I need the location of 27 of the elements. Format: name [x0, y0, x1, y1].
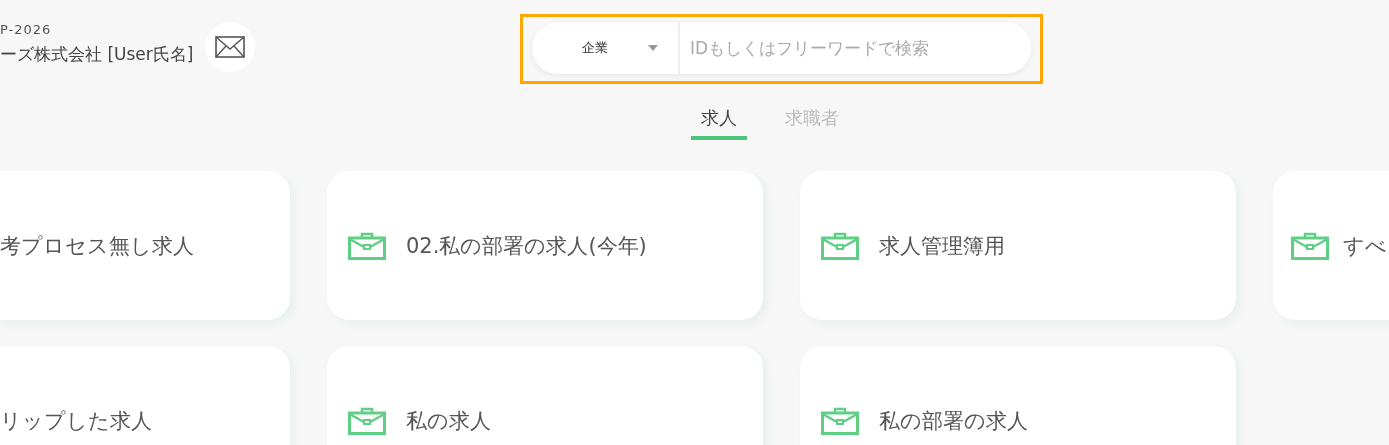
card-title: 求人管理簿用: [879, 232, 1005, 260]
category-select[interactable]: 企業: [532, 22, 680, 74]
list-card[interactable]: 求人管理簿用: [800, 171, 1236, 320]
caret-icon: [648, 45, 658, 51]
card-title: 02.私の部署の求人(今年): [406, 232, 647, 260]
card-title: 考プロセス無し求人: [0, 232, 194, 260]
briefcase-icon: [821, 406, 859, 435]
user-code: P-2026: [0, 22, 53, 37]
briefcase-icon: [348, 406, 386, 435]
card-title: 私の部署の求人: [879, 407, 1028, 435]
search-field[interactable]: IDもしくはフリーワードで検索: [680, 22, 1031, 74]
list-card[interactable]: 02.私の部署の求人(今年): [327, 171, 763, 320]
card-title: リップした求人: [0, 407, 152, 435]
card-title: 私の求人: [406, 407, 491, 435]
briefcase-icon: [821, 231, 859, 260]
list-card[interactable]: 考プロセス無し求人: [0, 171, 290, 320]
list-card[interactable]: 私の求人: [327, 346, 763, 445]
card-title: すべ: [1343, 232, 1387, 260]
briefcase-icon: [348, 231, 386, 260]
tab[interactable]: 求人: [690, 102, 747, 140]
envelope-icon: [215, 36, 246, 58]
user-name: ーズ株式会社 [User氏名]: [0, 43, 194, 66]
list-card[interactable]: リップした求人: [0, 346, 290, 445]
search-bar[interactable]: 企業 IDもしくはフリーワードで検索: [532, 22, 1031, 74]
briefcase-icon: [1291, 231, 1329, 260]
list-card[interactable]: すべ: [1273, 171, 1389, 320]
list-card[interactable]: 私の部署の求人: [800, 346, 1236, 445]
